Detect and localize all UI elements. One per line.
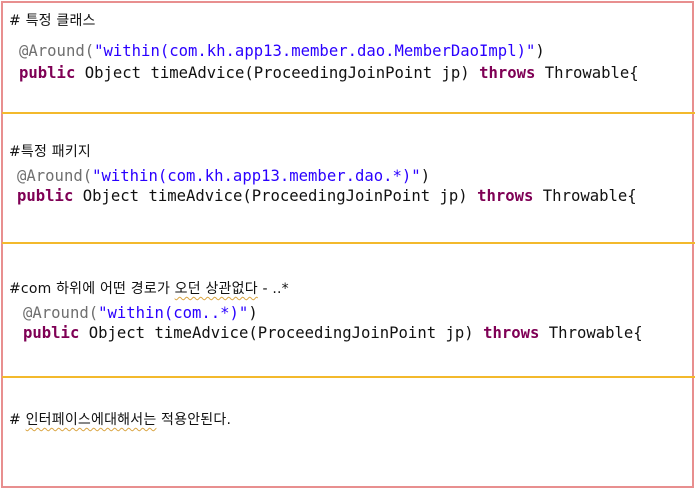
- pointcut-string: "within(com.kh.app13.member.dao.MemberDa…: [94, 42, 536, 60]
- throws-keyword: throws: [483, 324, 540, 342]
- signature-text: Object timeAdvice(ProceedingJoinPoint: [79, 324, 446, 342]
- signature-text: Object timeAdvice(ProceedingJoinPoint: [73, 187, 440, 205]
- signature-end: Throwable{: [533, 187, 637, 205]
- signature-text: ): [464, 324, 484, 342]
- section-3-heading: #com 하위에 어떤 경로가 오던 상관없다 - ..*: [9, 278, 289, 298]
- section-2-signature-line: public Object timeAdvice(ProceedingJoinP…: [17, 187, 637, 205]
- param-name: jp: [441, 64, 461, 82]
- annotation-keyword: @Around(: [19, 42, 95, 60]
- throws-keyword: throws: [479, 64, 536, 82]
- spellcheck-underlined-text: 인터페이스에대해서는: [25, 412, 157, 428]
- pointcut-string: "within(com.kh.app13.member.dao.*)": [92, 167, 421, 185]
- annotation-close: ): [420, 167, 431, 185]
- section-divider: [2, 112, 695, 114]
- heading-text: #com 하위에 어떤 경로가: [9, 281, 175, 297]
- section-1-heading: # 특정 클래스: [9, 13, 96, 29]
- public-keyword: public: [23, 324, 80, 342]
- signature-text: Object timeAdvice(ProceedingJoinPoint: [75, 64, 442, 82]
- section-4-heading: # 인터페이스에대해서는 적용안된다.: [9, 409, 231, 429]
- signature-end: Throwable{: [535, 64, 639, 82]
- heading-text: #: [9, 412, 26, 428]
- throws-keyword: throws: [477, 187, 534, 205]
- public-keyword: public: [19, 64, 76, 82]
- signature-text: ): [458, 187, 478, 205]
- annotation-keyword: @Around(: [23, 304, 99, 322]
- spellcheck-underlined-text: 오던 상관없다: [174, 281, 258, 297]
- param-name: jp: [445, 324, 465, 342]
- section-divider: [2, 376, 695, 378]
- public-keyword: public: [17, 187, 74, 205]
- heading-tail: 적용안된다.: [156, 412, 232, 428]
- section-3-signature-line: public Object timeAdvice(ProceedingJoinP…: [23, 324, 643, 342]
- annotation-close: ): [248, 304, 258, 322]
- param-name: jp: [439, 187, 459, 205]
- section-1-signature-line: public Object timeAdvice(ProceedingJoinP…: [19, 64, 639, 82]
- signature-end: Throwable{: [539, 324, 643, 342]
- section-1-annotation-line: @Around("within(com.kh.app13.member.dao.…: [19, 42, 545, 60]
- section-divider: [2, 242, 695, 244]
- heading-tail: - ..*: [257, 281, 289, 297]
- annotation-keyword: @Around(: [17, 167, 93, 185]
- pointcut-string: "within(com..*)": [98, 304, 249, 322]
- signature-text: ): [460, 64, 480, 82]
- section-2-heading: #특정 패키지: [9, 144, 91, 160]
- section-2-annotation-line: @Around("within(com.kh.app13.member.dao.…: [17, 167, 430, 185]
- annotation-close: ): [535, 42, 545, 60]
- section-3-annotation-line: @Around("within(com..*)"): [23, 304, 258, 322]
